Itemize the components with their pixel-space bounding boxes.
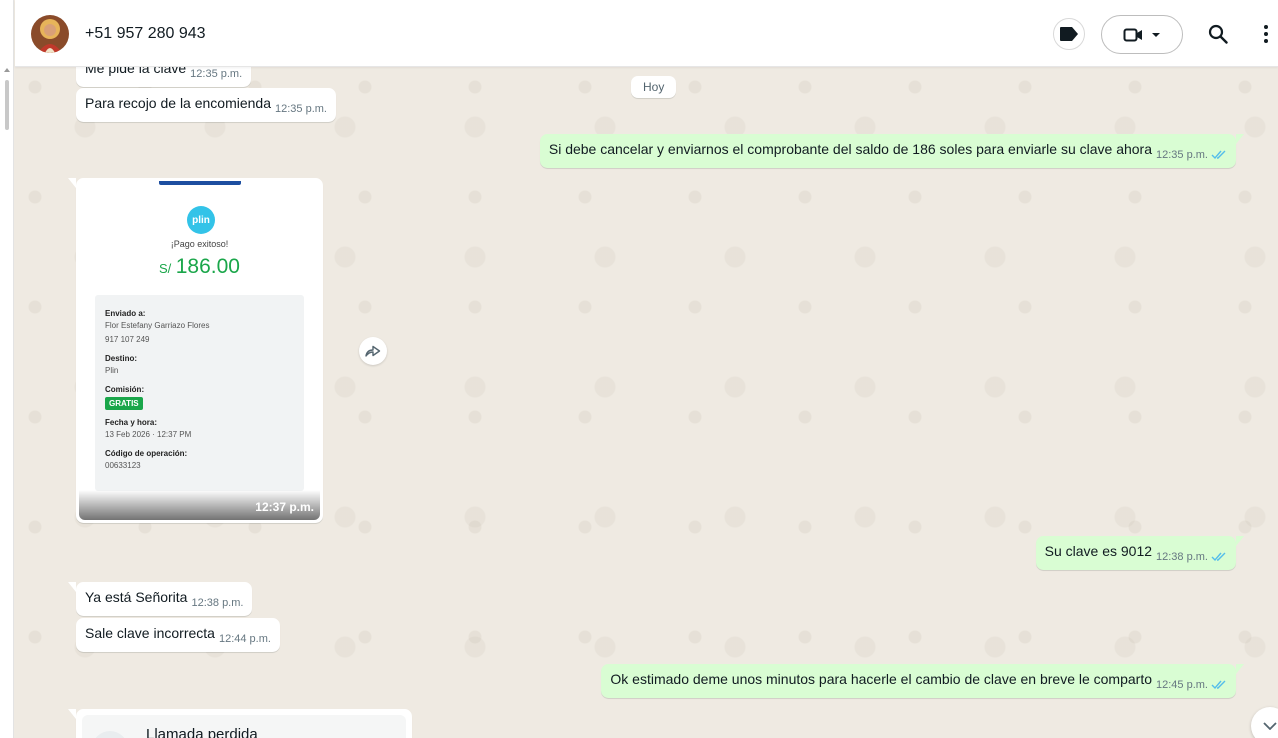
video-call-button[interactable]	[1101, 15, 1183, 54]
search-button[interactable]	[1203, 19, 1233, 49]
payment-receipt-image[interactable]: plin ¡Pago exitoso! S/ 186.00 Enviado a:…	[79, 181, 320, 520]
plin-logo: plin	[187, 206, 215, 234]
receipt-details: Enviado a: Flor Estefany Garriazo Flores…	[95, 295, 304, 491]
scroll-to-bottom-button[interactable]	[1251, 707, 1278, 738]
missed-call-card[interactable]: Llamada perdida	[82, 715, 406, 738]
outgoing-message[interactable]: Su clave es 9012 12:38 p.m.	[1035, 536, 1245, 570]
more-vertical-icon	[1264, 25, 1268, 43]
operation-label: Código de operación:	[105, 449, 188, 458]
message-time: 12:35 p.m.	[275, 103, 327, 115]
operation-code: 00633123	[105, 461, 141, 470]
payment-status: ¡Pago exitoso!	[170, 239, 229, 249]
image-message[interactable]: plin ¡Pago exitoso! S/ 186.00 Enviado a:…	[68, 178, 323, 523]
payment-amount: S/ 186.00	[79, 255, 320, 279]
amount-value: 186.00	[175, 255, 240, 278]
more-options-button[interactable]	[1255, 19, 1277, 49]
outgoing-message[interactable]: Ok estimado deme unos minutos para hacer…	[601, 664, 1244, 698]
read-ticks-icon	[1211, 146, 1227, 165]
message-text: Para recojo de la encomienda	[85, 95, 272, 111]
message-time: 12:35 p.m.	[1156, 149, 1208, 161]
commission-label: Comisión:	[105, 385, 145, 394]
message-text: Si debe cancelar y enviarnos el comproba…	[548, 141, 1153, 157]
destination-label: Destino:	[105, 354, 137, 363]
chat-panel[interactable]: Me pide la clave 12:35 p.m. Hoy Para reco…	[15, 67, 1278, 738]
datetime-value: 13 Feb 2026 · 12:37 PM	[105, 430, 192, 439]
forward-icon	[365, 345, 381, 357]
commission-badge: GRATIS	[105, 397, 143, 410]
currency-symbol: S/	[159, 261, 172, 276]
message-text: Ya está Señorita	[85, 589, 188, 605]
message-text: Su clave es 9012	[1044, 543, 1153, 559]
message-time: 12:38 p.m.	[191, 597, 244, 609]
incoming-message[interactable]: Para recojo de la encomienda 12:35 p.m.	[76, 88, 336, 122]
read-ticks-icon	[1211, 676, 1227, 695]
forward-button[interactable]	[359, 337, 387, 365]
incoming-message[interactable]: Me pide la clave 12:35 p.m.	[76, 67, 252, 87]
message-text: Me pide la clave	[85, 67, 187, 76]
contact-name[interactable]: +51 957 280 943	[85, 25, 206, 43]
left-panel-strip	[0, 0, 14, 738]
message-text: Sale clave incorrecta	[85, 625, 215, 641]
message-text: Ok estimado deme unos minutos para hacer…	[610, 671, 1153, 687]
label-icon	[1060, 27, 1078, 41]
scroll-up-arrow-icon[interactable]	[4, 68, 10, 72]
chevron-down-icon	[1152, 32, 1160, 37]
video-call-icon	[1123, 28, 1142, 41]
contact-avatar[interactable]	[31, 15, 69, 53]
chevron-down-icon	[1263, 722, 1277, 730]
message-time: 12:38 p.m.	[1156, 551, 1208, 563]
search-icon	[1208, 24, 1228, 44]
missed-call-message[interactable]: Llamada perdida	[68, 709, 412, 738]
read-ticks-icon	[1211, 548, 1227, 567]
sent-to-label: Enviado a:	[105, 309, 146, 318]
incoming-message[interactable]: Ya está Señorita 12:38 p.m.	[67, 582, 253, 616]
incoming-message[interactable]: Sale clave incorrecta 12:44 p.m.	[76, 618, 280, 652]
message-time: 12:45 p.m.	[1156, 679, 1208, 691]
label-chat-button[interactable]	[1053, 18, 1085, 50]
missed-call-icon	[92, 731, 128, 738]
image-time: 12:37 p.m.	[255, 500, 314, 514]
missed-call-text: Llamada perdida	[146, 726, 258, 738]
message-time: 12:44 p.m.	[218, 633, 271, 645]
sent-to-phone: 917 107 249	[105, 335, 150, 344]
destination-value: Plin	[105, 366, 119, 375]
outgoing-message[interactable]: Si debe cancelar y enviarnos el comproba…	[539, 134, 1245, 168]
chat-header: +51 957 280 943	[15, 0, 1278, 67]
message-time: 12:35 p.m.	[190, 68, 243, 80]
left-scrollbar-thumb[interactable]	[5, 80, 9, 130]
datetime-label: Fecha y hora:	[105, 418, 158, 427]
receipt-top-banner	[159, 181, 241, 185]
sent-to-name: Flor Estefany Garriazo Flores	[105, 321, 210, 330]
date-separator: Hoy	[631, 76, 677, 98]
